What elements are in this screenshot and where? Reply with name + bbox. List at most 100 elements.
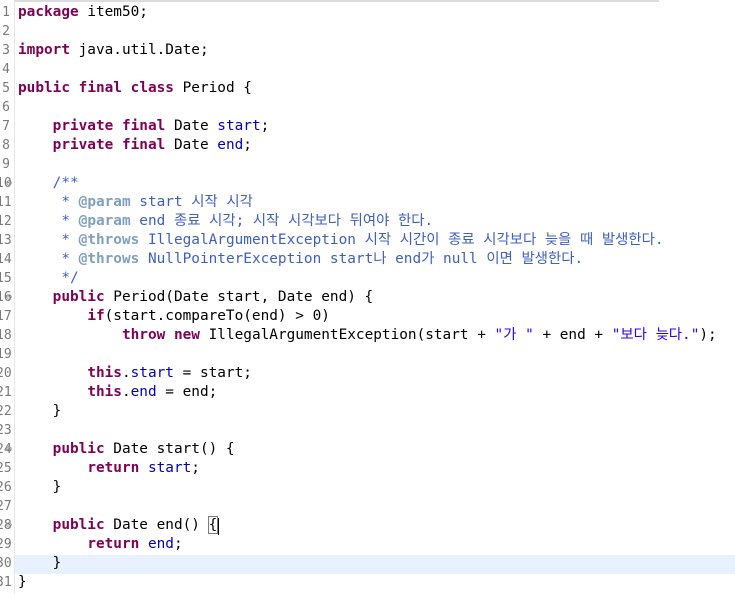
code-line[interactable]: 25 return start; — [0, 459, 735, 478]
code-line[interactable]: 21 this.end = end; — [0, 383, 735, 402]
code-token: Date start() { — [104, 441, 235, 457]
line-number: 18 — [0, 328, 12, 343]
code-token: end — [130, 384, 157, 400]
code-line[interactable]: 15 */ — [0, 269, 735, 288]
code-line[interactable]: 14 * @throws NullPointerException start나… — [0, 250, 735, 269]
code-token: { — [207, 516, 219, 534]
code-line[interactable]: 5 public final class Period { — [0, 79, 735, 98]
line-number: 30 — [0, 556, 12, 571]
code-line[interactable]: 28⊖ public Date end() { — [0, 516, 735, 535]
code-text[interactable]: } — [18, 478, 62, 497]
code-token: if — [87, 308, 105, 324]
fold-toggle-icon[interactable]: ⊖ — [6, 174, 16, 193]
code-token: IllegalArgumentException(start + — [199, 327, 495, 343]
fold-toggle-icon[interactable]: ⊖ — [6, 440, 16, 459]
code-text[interactable]: this.end = end; — [18, 383, 217, 402]
code-text[interactable]: /** — [18, 174, 79, 193]
code-line[interactable]: 4 — [0, 60, 735, 79]
code-token: * — [18, 251, 79, 267]
code-line[interactable]: 29 return end; — [0, 535, 735, 554]
code-text[interactable]: if(start.compareTo(end) > 0) — [18, 307, 330, 326]
code-line[interactable]: 2 — [0, 22, 735, 41]
line-number: 22 — [0, 404, 12, 419]
code-line[interactable]: 19 — [0, 345, 735, 364]
code-line[interactable]: 3 import java.util.Date; — [0, 41, 735, 60]
code-line[interactable]: 11 * @param start 시작 시각 — [0, 193, 735, 212]
code-token: final — [121, 137, 166, 153]
line-number: 3 — [2, 43, 10, 58]
code-line[interactable]: 7 private final Date start; — [0, 117, 735, 136]
code-text[interactable]: import java.util.Date; — [18, 41, 209, 60]
code-token: java.util.Date; — [69, 42, 209, 58]
fold-toggle-icon[interactable]: ⊖ — [6, 288, 16, 307]
code-text[interactable]: * @param end 종료 시각; 시작 시각보다 뒤여야 한다. — [18, 212, 433, 231]
code-line[interactable]: 22 } — [0, 402, 735, 421]
code-text[interactable]: return end; — [18, 535, 183, 554]
code-token: . — [121, 365, 131, 381]
line-number: 11 — [0, 195, 12, 210]
code-text[interactable]: this.start = start; — [18, 364, 252, 383]
code-token: start — [147, 460, 192, 476]
code-token: item50; — [78, 4, 148, 20]
code-line[interactable]: 31} — [0, 573, 735, 592]
code-line[interactable]: 23 — [0, 421, 735, 440]
code-editor[interactable]: 1 package item50; 2 3 import java.util.Date;… — [0, 0, 735, 594]
code-line[interactable]: 18 throw new IllegalArgumentException(st… — [0, 326, 735, 345]
code-text[interactable]: public Date end() { — [18, 516, 219, 535]
code-text[interactable]: package item50; — [18, 3, 148, 22]
code-line[interactable]: 26 } — [0, 478, 735, 497]
code-token: @param — [78, 213, 131, 229]
code-text[interactable]: } — [18, 554, 62, 573]
code-line[interactable]: 30 } — [0, 554, 735, 573]
code-text[interactable]: public final class Period { — [18, 79, 252, 98]
code-text[interactable]: throw new IllegalArgumentException(start… — [18, 326, 717, 345]
code-token: end — [147, 536, 174, 552]
code-text[interactable]: return start; — [18, 459, 200, 478]
code-token: @param — [78, 194, 131, 210]
code-line[interactable]: 16⊖ public Period(Date start, Date end) … — [0, 288, 735, 307]
code-token: ; — [243, 137, 252, 153]
code-token: IllegalArgumentException 시작 시간이 종료 시각보다 … — [139, 232, 664, 248]
code-token: return — [87, 460, 140, 476]
code-line[interactable]: 20 this.start = start; — [0, 364, 735, 383]
code-token: start 시작 시각 — [130, 194, 253, 210]
code-token: ; — [173, 536, 183, 552]
code-line[interactable]: 1 package item50; — [0, 3, 735, 22]
code-text[interactable]: private final Date start; — [18, 117, 270, 136]
code-token: throw — [121, 327, 166, 343]
code-line[interactable]: 9 — [0, 155, 735, 174]
fold-toggle-icon[interactable]: ⊖ — [6, 516, 16, 535]
code-token: start — [217, 118, 261, 134]
code-text[interactable]: public Period(Date start, Date end) { — [18, 288, 374, 307]
code-token: @throws — [78, 232, 140, 248]
line-number: 1 — [2, 5, 10, 20]
line-number: 17 — [0, 309, 12, 324]
code-token: = end; — [156, 384, 218, 400]
code-text[interactable]: */ — [18, 269, 78, 288]
line-number: 6 — [2, 100, 10, 115]
code-token: } — [18, 555, 62, 571]
code-token: @throws — [78, 251, 140, 267]
code-line[interactable]: 24⊖ public Date start() { — [0, 440, 735, 459]
code-line[interactable]: 17 if(start.compareTo(end) > 0) — [0, 307, 735, 326]
code-line[interactable]: 10⊖ /** — [0, 174, 735, 193]
code-line[interactable]: 13 * @throws IllegalArgumentException 시작… — [0, 231, 735, 250]
code-text[interactable]: * @param start 시작 시각 — [18, 193, 253, 212]
code-token: public — [52, 441, 105, 457]
code-line[interactable]: 12 * @param end 종료 시각; 시작 시각보다 뒤여야 한다. — [0, 212, 735, 231]
code-text[interactable]: * @throws NullPointerException start나 en… — [18, 250, 583, 269]
code-line[interactable]: 8 private final Date end; — [0, 136, 735, 155]
code-text[interactable]: * @throws IllegalArgumentException 시작 시간… — [18, 231, 664, 250]
code-text[interactable]: private final Date end; — [18, 136, 252, 155]
code-token: return — [87, 536, 140, 552]
code-text[interactable]: } — [18, 573, 27, 592]
code-line[interactable]: 27 — [0, 497, 735, 516]
code-text[interactable]: public Date start() { — [18, 440, 235, 459]
code-line[interactable]: 6 — [0, 98, 735, 117]
code-token: private — [52, 137, 114, 153]
code-text[interactable]: } — [18, 402, 62, 421]
